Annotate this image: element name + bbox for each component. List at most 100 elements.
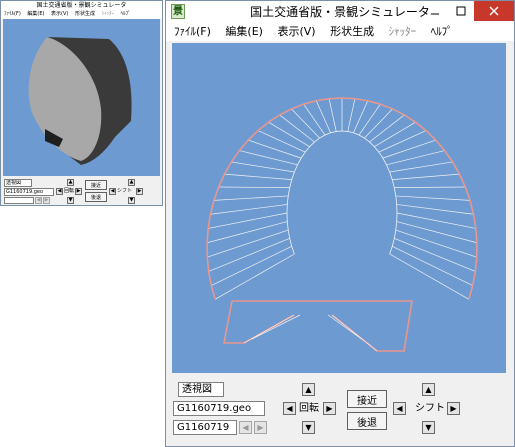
small-3d-viewport[interactable]: [3, 19, 160, 176]
shift-down-button[interactable]: ▼: [422, 421, 435, 434]
small-view-mode-field[interactable]: 透視図: [4, 179, 32, 187]
large-title-bar[interactable]: 景 国土交通省版・景観シミュレータ: [166, 1, 514, 23]
small-shift-down-button[interactable]: ▼: [128, 197, 135, 204]
wireframe-rib: [389, 253, 470, 300]
wireframe-rib: [396, 204, 474, 215]
small-zoom-out-button[interactable]: 後退: [85, 192, 107, 202]
shift-up-button[interactable]: ▲: [422, 383, 435, 396]
wireframe-rib: [239, 150, 298, 166]
close-button[interactable]: [474, 1, 514, 21]
small-zoom-in-button[interactable]: 接近: [85, 180, 107, 190]
portal-base-wire: [243, 314, 378, 352]
large-menu-bar: ﾌｧｲﾙ(F) 編集(E) 表示(V) 形状生成 ｼｬｯﾀｰ ﾍﾙﾌﾟ: [166, 23, 514, 41]
zoom-in-button[interactable]: 接近: [347, 390, 387, 408]
view-mode-field[interactable]: 透視図: [178, 382, 224, 397]
wireframe-rib: [303, 103, 326, 136]
wireframe-rib: [347, 98, 356, 132]
small-shift-right-button[interactable]: ▶: [136, 188, 143, 195]
shift-left-button[interactable]: ◀: [393, 402, 406, 415]
wireframe-rib: [291, 108, 320, 139]
wireframe-rib: [214, 253, 295, 300]
wireframe-rib: [386, 150, 445, 166]
rotate-right-button[interactable]: ▶: [323, 402, 336, 415]
small-shift-left-button[interactable]: ◀: [109, 188, 116, 195]
wireframe-rib: [364, 108, 393, 139]
rotate-left-button[interactable]: ◀: [283, 402, 296, 415]
small-rotate-up-button[interactable]: ▲: [67, 179, 74, 186]
small-file-name-field[interactable]: G1160719.geo: [4, 188, 54, 196]
small-menu-view[interactable]: 表示(V): [51, 10, 68, 19]
inner-opening-outline: [286, 130, 398, 255]
small-menu-help[interactable]: ﾍﾙﾌﾟ: [121, 10, 131, 19]
wireframe-rib: [218, 186, 290, 189]
small-prev-object-button[interactable]: ◀: [35, 197, 42, 204]
small-next-object-button[interactable]: ▶: [43, 197, 50, 204]
file-name-field[interactable]: G1160719.geo: [173, 401, 265, 416]
small-rotate-left-button[interactable]: ◀: [56, 188, 63, 195]
wireframe-rib: [374, 121, 416, 147]
small-shift-label: シフト: [117, 188, 133, 194]
wireframe-rib: [268, 121, 310, 147]
small-menu-shape-generation[interactable]: 形状生成: [75, 10, 95, 19]
rotate-up-button[interactable]: ▲: [302, 383, 315, 396]
wireframe-rib: [392, 173, 460, 180]
close-icon: [489, 6, 499, 16]
small-rotate-right-button[interactable]: ▶: [75, 188, 82, 195]
large-app-window: 景 国土交通省版・景観シミュレータ ﾌｧｲﾙ(F) 編集(E) 表示(V) 形状…: [165, 0, 515, 447]
small-title-bar[interactable]: 国土交通省版・景観シミュレータ: [1, 1, 162, 10]
wireframe-rib: [394, 186, 466, 189]
next-object-button[interactable]: ▶: [254, 421, 267, 434]
wireframe-rib: [210, 204, 288, 215]
wireframe-rib: [378, 130, 427, 153]
wireframe-rib: [315, 100, 331, 133]
wireframe-rib: [395, 195, 471, 201]
small-rotate-down-button[interactable]: ▼: [67, 197, 74, 204]
rotate-label: 回転: [299, 403, 319, 414]
small-menu-file[interactable]: ﾌｧｲﾙ(F): [4, 10, 21, 19]
portal-base-outline: [223, 300, 413, 352]
large-3d-viewport[interactable]: [172, 43, 506, 373]
wireframe-rib: [389, 161, 453, 173]
wireframe-canvas: [206, 97, 478, 352]
shift-right-button[interactable]: ▶: [447, 402, 460, 415]
wireframe-rib: [396, 221, 478, 244]
wireframe-rib: [353, 100, 369, 133]
menu-file[interactable]: ﾌｧｲﾙ(F): [174, 23, 211, 41]
small-menu-edit[interactable]: 編集(E): [27, 10, 44, 19]
wireframe-rib: [231, 161, 295, 173]
wireframe-rib: [396, 212, 476, 229]
maximize-icon: [456, 6, 466, 16]
wireframe-rib: [224, 173, 292, 180]
wireframe-rib: [392, 246, 473, 286]
small-shift-up-button[interactable]: ▲: [128, 179, 135, 186]
zoom-out-button[interactable]: 後退: [347, 412, 387, 430]
wireframe-rib: [328, 98, 337, 132]
wireframe-rib: [382, 139, 436, 159]
rotate-down-button[interactable]: ▼: [302, 421, 315, 434]
small-rotate-label: 回転: [64, 188, 75, 194]
maximize-button[interactable]: [448, 1, 474, 21]
wireframe-rib: [213, 195, 289, 201]
menu-help[interactable]: ﾍﾙﾌﾟ: [431, 23, 453, 41]
wireframe-rib: [248, 139, 302, 159]
small-viewport-canvas: [28, 37, 132, 165]
minimize-icon: [431, 13, 439, 15]
wireframe-rib: [211, 246, 292, 286]
wireframe-rib: [279, 114, 315, 143]
menu-edit[interactable]: 編集(E): [225, 23, 263, 41]
wireframe-rib: [206, 221, 288, 244]
small-window-title: 国土交通省版・景観シミュレータ: [36, 2, 127, 9]
object-name-field[interactable]: G1160719: [173, 420, 237, 435]
wireframe-rib: [208, 212, 288, 229]
small-menu-bar: ﾌｧｲﾙ(F) 編集(E) 表示(V) 形状生成 ｼｬｯﾀｰ ﾍﾙﾌﾟ: [1, 10, 162, 19]
menu-shape-generation[interactable]: 形状生成: [330, 23, 374, 41]
menu-shutter[interactable]: ｼｬｯﾀｰ: [389, 23, 417, 41]
small-menu-shutter[interactable]: ｼｬｯﾀｰ: [102, 10, 115, 19]
shift-label: シフト: [415, 403, 445, 414]
wireframe-rib: [369, 114, 405, 143]
menu-view[interactable]: 表示(V): [277, 23, 315, 41]
small-object-field[interactable]: [4, 197, 34, 204]
wireframe-rib: [257, 130, 306, 153]
prev-object-button[interactable]: ◀: [239, 421, 252, 434]
minimize-button[interactable]: [422, 1, 448, 21]
